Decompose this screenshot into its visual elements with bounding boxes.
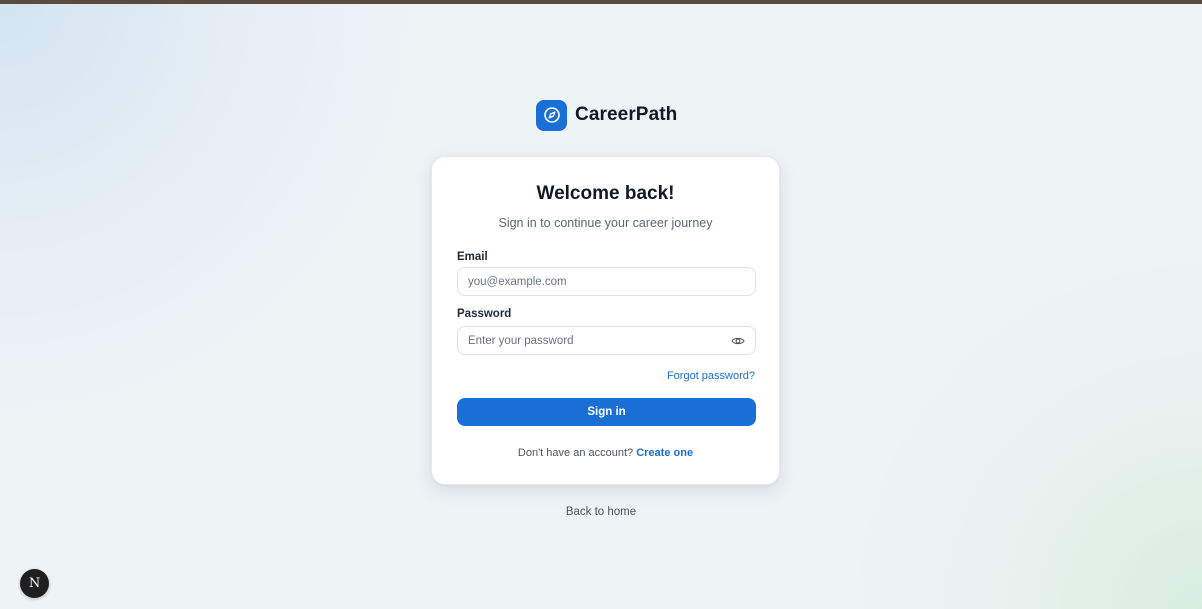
brand-header: CareerPath [536, 99, 677, 131]
compass-icon [536, 99, 567, 131]
top-border [0, 0, 1202, 4]
create-account-link[interactable]: Create one [636, 447, 693, 459]
password-field[interactable] [468, 334, 731, 347]
signup-prompt: Don't have an account? [517, 447, 634, 459]
email-field[interactable] [468, 275, 745, 288]
card-title: Welcome back! [536, 183, 675, 204]
signup-row: Don't have an account? Create one [432, 447, 779, 459]
password-field-wrapper [457, 326, 756, 355]
forgot-password-link[interactable]: Forgot password? [667, 370, 755, 382]
signin-card: Welcome back! Sign in to continue your c… [431, 156, 780, 485]
email-label: Email [457, 251, 488, 263]
email-field-wrapper [457, 267, 756, 296]
card-subtitle: Sign in to continue your career journey [498, 216, 713, 230]
password-label: Password [457, 308, 512, 320]
brand-name: CareerPath [575, 104, 678, 125]
eye-icon[interactable] [731, 334, 745, 348]
dev-tools-badge[interactable]: N [20, 569, 49, 598]
back-to-home-link[interactable]: Back to home [0, 506, 1202, 518]
sign-in-button[interactable]: Sign in [457, 398, 756, 426]
